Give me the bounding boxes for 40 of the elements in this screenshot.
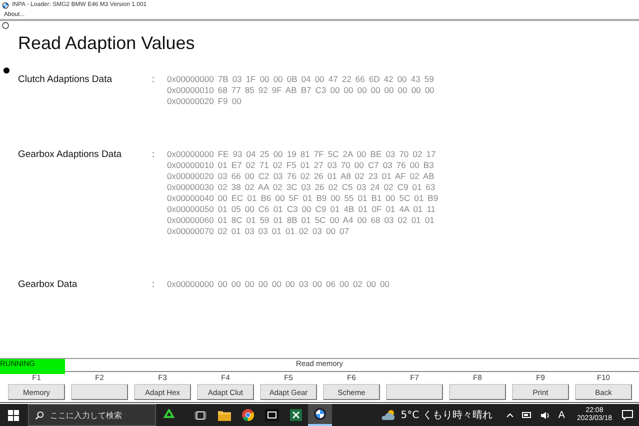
input-mode-indicator[interactable]: A xyxy=(558,410,565,420)
circle-icon xyxy=(2,22,9,29)
bullet-icon xyxy=(3,67,10,74)
section-label: Gearbox Adaptions Data xyxy=(18,149,123,162)
notification-icon[interactable] xyxy=(622,410,633,420)
function-button[interactable] xyxy=(449,384,506,400)
page-heading: Read Adaption Values xyxy=(18,33,196,55)
hex-dump-line: 0x00000050 01 05 00 C6 01 C3 00 C9 01 4B 01 0F 01 4A 01 11 xyxy=(167,204,437,215)
battery-icon[interactable] xyxy=(522,411,532,419)
hex-dump-line: 0x00000070 02 01 03 03 01 01 02 03 00 07 xyxy=(167,226,350,237)
section-label: Gearbox Data xyxy=(18,279,78,290)
windows-start-icon[interactable] xyxy=(8,410,19,420)
folder-icon[interactable] xyxy=(218,410,230,420)
task-view-icon[interactable] xyxy=(194,410,206,420)
hex-dump-line: 0x00000020 03 66 00 C2 03 76 02 26 01 A8 02 23 01 AF 02 AB xyxy=(167,171,436,182)
spreadsheet-icon[interactable] xyxy=(290,409,302,421)
weather-text[interactable]: 5°C くもり時々晴れ xyxy=(400,408,492,422)
search-field[interactable]: ここに入力して検索 xyxy=(28,404,156,426)
app-logo-icon xyxy=(2,2,9,8)
hex-dump-line: 0x00000000 00 00 00 00 00 00 03 00 06 00 02 00 00 xyxy=(167,279,391,290)
colon-separator: : xyxy=(152,74,156,86)
hex-dump-line: 0x00000020 F9 00 xyxy=(167,96,242,107)
browser-icon[interactable] xyxy=(242,409,254,421)
hex-dump-line: 0x00000010 01 E7 02 71 02 F5 01 27 03 70 00 C7 03 76 00 B3 xyxy=(167,160,435,171)
cloud-sun-icon xyxy=(380,409,397,421)
colon-separator: : xyxy=(152,149,156,161)
app-logo-icon[interactable] xyxy=(314,408,326,420)
function-button[interactable] xyxy=(71,384,128,400)
hex-dump-line: 0x00000000 FE 93 04 25 00 19 81 7F 5C 2A 00 BE 03 70 02 17 xyxy=(167,149,437,160)
hex-dump-line: 0x00000000 7B 03 1F 00 00 0B 04 00 47 22 66 6D 42 00 43 59 xyxy=(167,74,435,85)
hex-dump-line: 0x00000030 02 38 02 AA 02 3C 03 26 02 C5 03 24 02 C9 01 63 xyxy=(167,182,436,193)
hex-dump-line: 0x00000060 01 8C 01 59 01 8B 01 5C 00 A4 00 68 03 02 01 01 xyxy=(167,215,436,226)
section-label: Clutch Adaptions Data xyxy=(18,74,114,87)
function-button[interactable] xyxy=(386,384,443,400)
speaker-icon[interactable] xyxy=(540,410,550,420)
hex-dump-line: 0x00000010 68 77 85 92 9F AB B7 C3 00 00 00 00 00 00 00 00 xyxy=(167,85,436,96)
hex-dump-line: 0x00000040 00 EC 01 B6 00 5F 01 B9 00 55 01 B1 00 5C 01 B9 xyxy=(167,193,440,204)
search-icon xyxy=(35,410,44,420)
chevron-up-icon[interactable] xyxy=(506,412,514,418)
colon-separator: : xyxy=(152,279,156,290)
